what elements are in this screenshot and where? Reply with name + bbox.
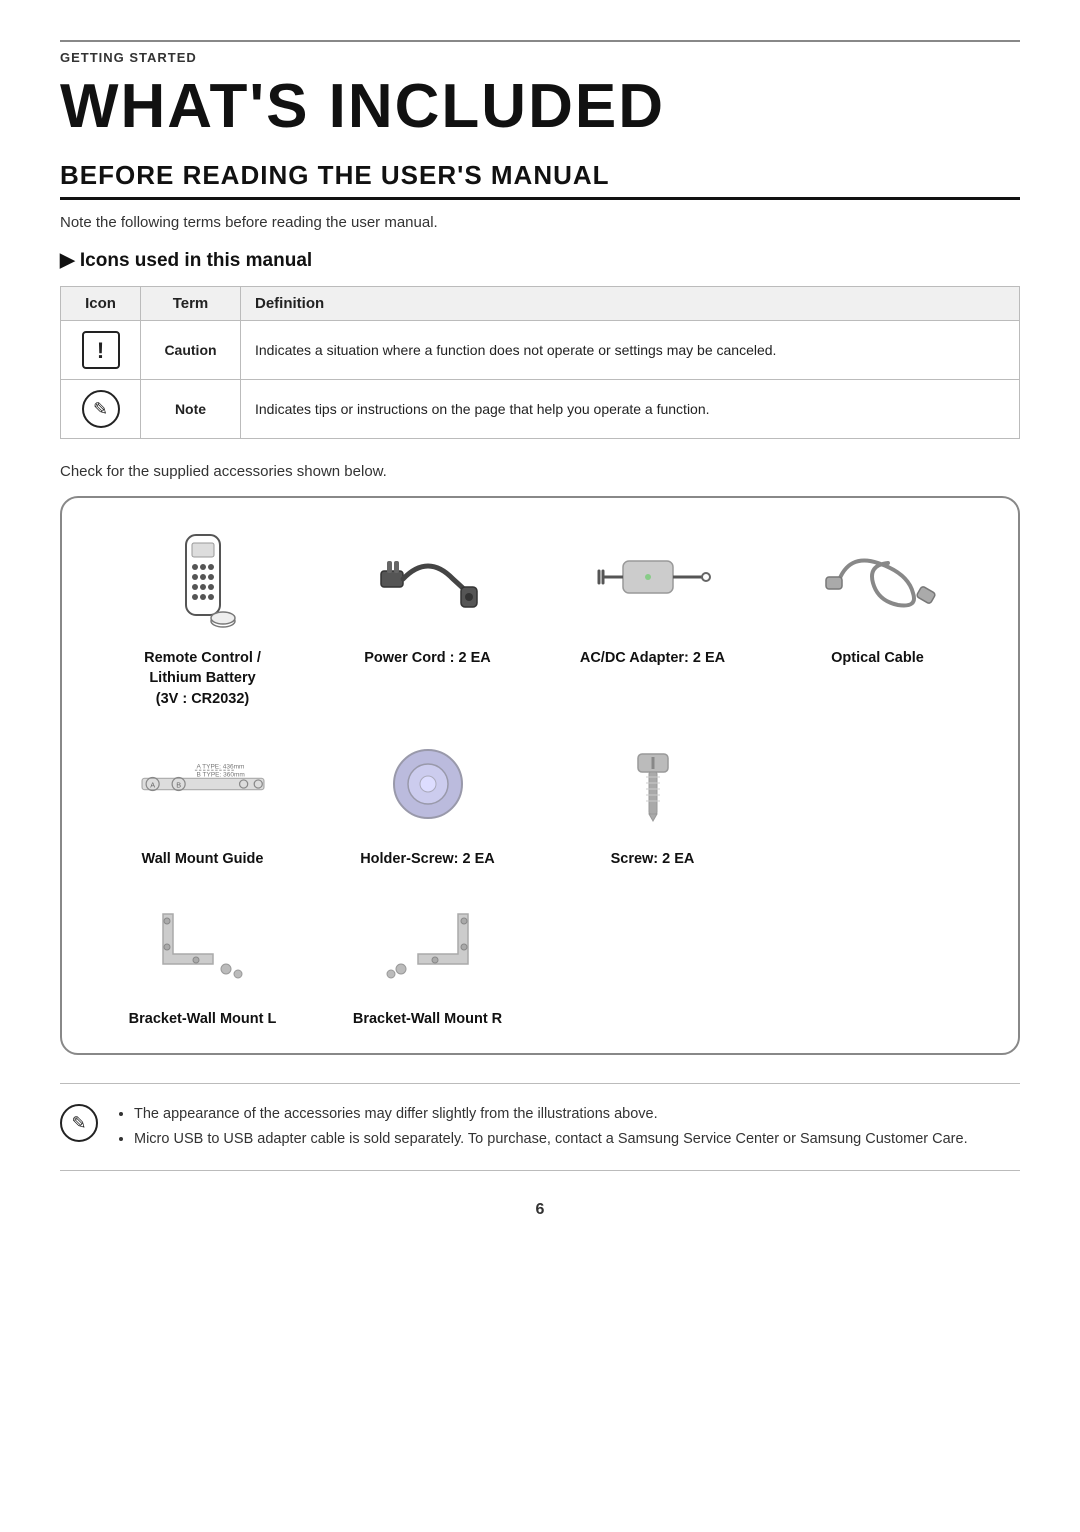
- accessory-holder-screw: Holder-Screw: 2 EA: [315, 729, 540, 869]
- accessories-row2: A B A TYPE: 436mm B TYPE: 360mm Wall Mou…: [90, 729, 990, 869]
- wall-mount-guide-image: A B A TYPE: 436mm B TYPE: 360mm: [138, 729, 268, 839]
- accessory-screw: Screw: 2 EA: [540, 729, 765, 869]
- term-note: Note: [141, 380, 241, 439]
- before-reading-title: BEFORE READING THE USER'S MANUAL: [60, 160, 1020, 200]
- bracket-l-label: Bracket-Wall Mount L: [129, 1009, 277, 1029]
- bracket-r-image: [363, 889, 493, 999]
- power-cord-label: Power Cord : 2 EA: [364, 648, 491, 668]
- remote-control-image: [138, 528, 268, 638]
- bracket-r-label: Bracket-Wall Mount R: [353, 1009, 502, 1029]
- accessory-optical-cable: Optical Cable: [765, 528, 990, 709]
- icons-table: Icon Term Definition ! Caution Indicates…: [60, 286, 1020, 439]
- optical-cable-image: [813, 528, 943, 638]
- wall-mount-guide-label: Wall Mount Guide: [142, 849, 264, 869]
- accessories-row1: Remote Control /Lithium Battery(3V : CR2…: [90, 528, 990, 709]
- note-icon: ✎: [82, 390, 120, 428]
- table-row: ✎ Note Indicates tips or instructions on…: [61, 380, 1020, 439]
- screw-image: [588, 729, 718, 839]
- table-row: ! Caution Indicates a situation where a …: [61, 321, 1020, 380]
- holder-screw-icon: [383, 739, 473, 829]
- note-bullet-1: The appearance of the accessories may di…: [134, 1102, 968, 1127]
- table-header-term: Term: [141, 287, 241, 321]
- accessory-power-cord: Power Cord : 2 EA: [315, 528, 540, 709]
- icons-section-title: ▶ Icons used in this manual: [60, 249, 1020, 272]
- optical-cable-icon: [818, 533, 938, 633]
- note-icon-wrapper: ✎: [60, 1104, 98, 1142]
- definition-caution: Indicates a situation where a function d…: [241, 321, 1020, 380]
- before-reading-note: Note the following terms before reading …: [60, 214, 1020, 231]
- note-section: ✎ The appearance of the accessories may …: [60, 1083, 1020, 1170]
- power-cord-icon: [373, 533, 483, 633]
- accessory-bracket-l: Bracket-Wall Mount L: [90, 889, 315, 1029]
- note-bullet-2: Micro USB to USB adapter cable is sold s…: [134, 1127, 968, 1152]
- accessories-box: Remote Control /Lithium Battery(3V : CR2…: [60, 496, 1020, 1055]
- bracket-wall-mount-r-icon: [373, 899, 483, 989]
- svg-text:B TYPE: 360mm: B TYPE: 360mm: [196, 772, 244, 779]
- holder-screw-image: [363, 729, 493, 839]
- accessory-remote-control: Remote Control /Lithium Battery(3V : CR2…: [90, 528, 315, 709]
- svg-text:A: A: [150, 780, 155, 789]
- caution-icon: !: [82, 331, 120, 369]
- accessories-row3: Bracket-Wall Mount L Bracket-Wall Mount …: [90, 889, 990, 1029]
- term-caution: Caution: [141, 321, 241, 380]
- remote-control-label: Remote Control /Lithium Battery(3V : CR2…: [144, 648, 261, 709]
- screw-icon: [608, 739, 698, 829]
- page-title: WHAT'S INCLUDED: [60, 71, 1020, 142]
- check-label: Check for the supplied accessories shown…: [60, 463, 1020, 480]
- accessory-wall-mount-guide: A B A TYPE: 436mm B TYPE: 360mm Wall Mou…: [90, 729, 315, 869]
- remote-control-icon: [168, 533, 238, 633]
- svg-text:A TYPE: 436mm: A TYPE: 436mm: [196, 763, 244, 770]
- section-label: GETTING STARTED: [60, 40, 1020, 65]
- wall-mount-guide-icon: A B A TYPE: 436mm B TYPE: 360mm: [138, 739, 268, 829]
- definition-note: Indicates tips or instructions on the pa…: [241, 380, 1020, 439]
- table-header-definition: Definition: [241, 287, 1020, 321]
- bracket-wall-mount-l-icon: [148, 899, 258, 989]
- power-cord-image: [363, 528, 493, 638]
- accessory-bracket-r: Bracket-Wall Mount R: [315, 889, 540, 1029]
- optical-cable-label: Optical Cable: [831, 648, 924, 668]
- ac-adapter-label: AC/DC Adapter: 2 EA: [580, 648, 725, 668]
- svg-text:B: B: [176, 780, 181, 789]
- screw-label: Screw: 2 EA: [611, 849, 695, 869]
- note-icon-bottom: ✎: [60, 1104, 98, 1142]
- table-header-icon: Icon: [61, 287, 141, 321]
- holder-screw-label: Holder-Screw: 2 EA: [360, 849, 495, 869]
- note-bullets: The appearance of the accessories may di…: [116, 1102, 968, 1151]
- ac-adapter-image: [588, 528, 718, 638]
- bracket-l-image: [138, 889, 268, 999]
- page-number: 6: [60, 1201, 1020, 1219]
- accessory-ac-adapter: AC/DC Adapter: 2 EA: [540, 528, 765, 709]
- ac-adapter-icon: [593, 533, 713, 633]
